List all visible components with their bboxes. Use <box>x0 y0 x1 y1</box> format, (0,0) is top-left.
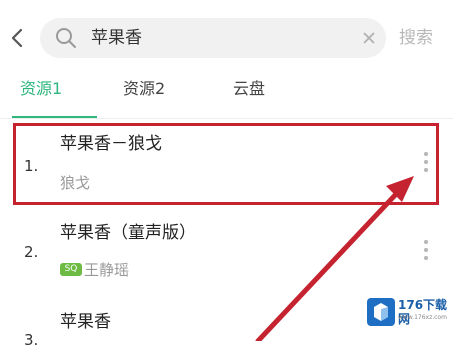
more-options-icon[interactable] <box>422 238 430 262</box>
highlight-box <box>13 123 439 205</box>
search-icon <box>56 28 76 48</box>
sq-quality-badge: SQ <box>60 263 82 276</box>
result-index: 3. <box>24 331 39 349</box>
result-artist: 王静瑶 <box>84 261 130 279</box>
back-arrow-icon[interactable] <box>8 27 28 49</box>
search-input[interactable]: 苹果香 <box>91 27 142 49</box>
active-tab-indicator <box>12 116 97 118</box>
result-index: 2. <box>24 243 39 261</box>
result-title[interactable]: 苹果香 <box>60 311 111 333</box>
watermark-url: www.176xz.com <box>398 314 447 321</box>
tab-resource-1[interactable]: 资源1 <box>20 78 62 100</box>
watermark-logo-icon <box>367 298 395 326</box>
tab-cloud-drive[interactable]: 云盘 <box>233 78 265 100</box>
tabs-divider <box>0 118 453 119</box>
search-button[interactable]: 搜索 <box>399 27 433 49</box>
result-title[interactable]: 苹果香（童声版） <box>60 222 196 244</box>
clear-icon[interactable] <box>362 31 376 45</box>
tab-resource-2[interactable]: 资源2 <box>123 78 165 100</box>
